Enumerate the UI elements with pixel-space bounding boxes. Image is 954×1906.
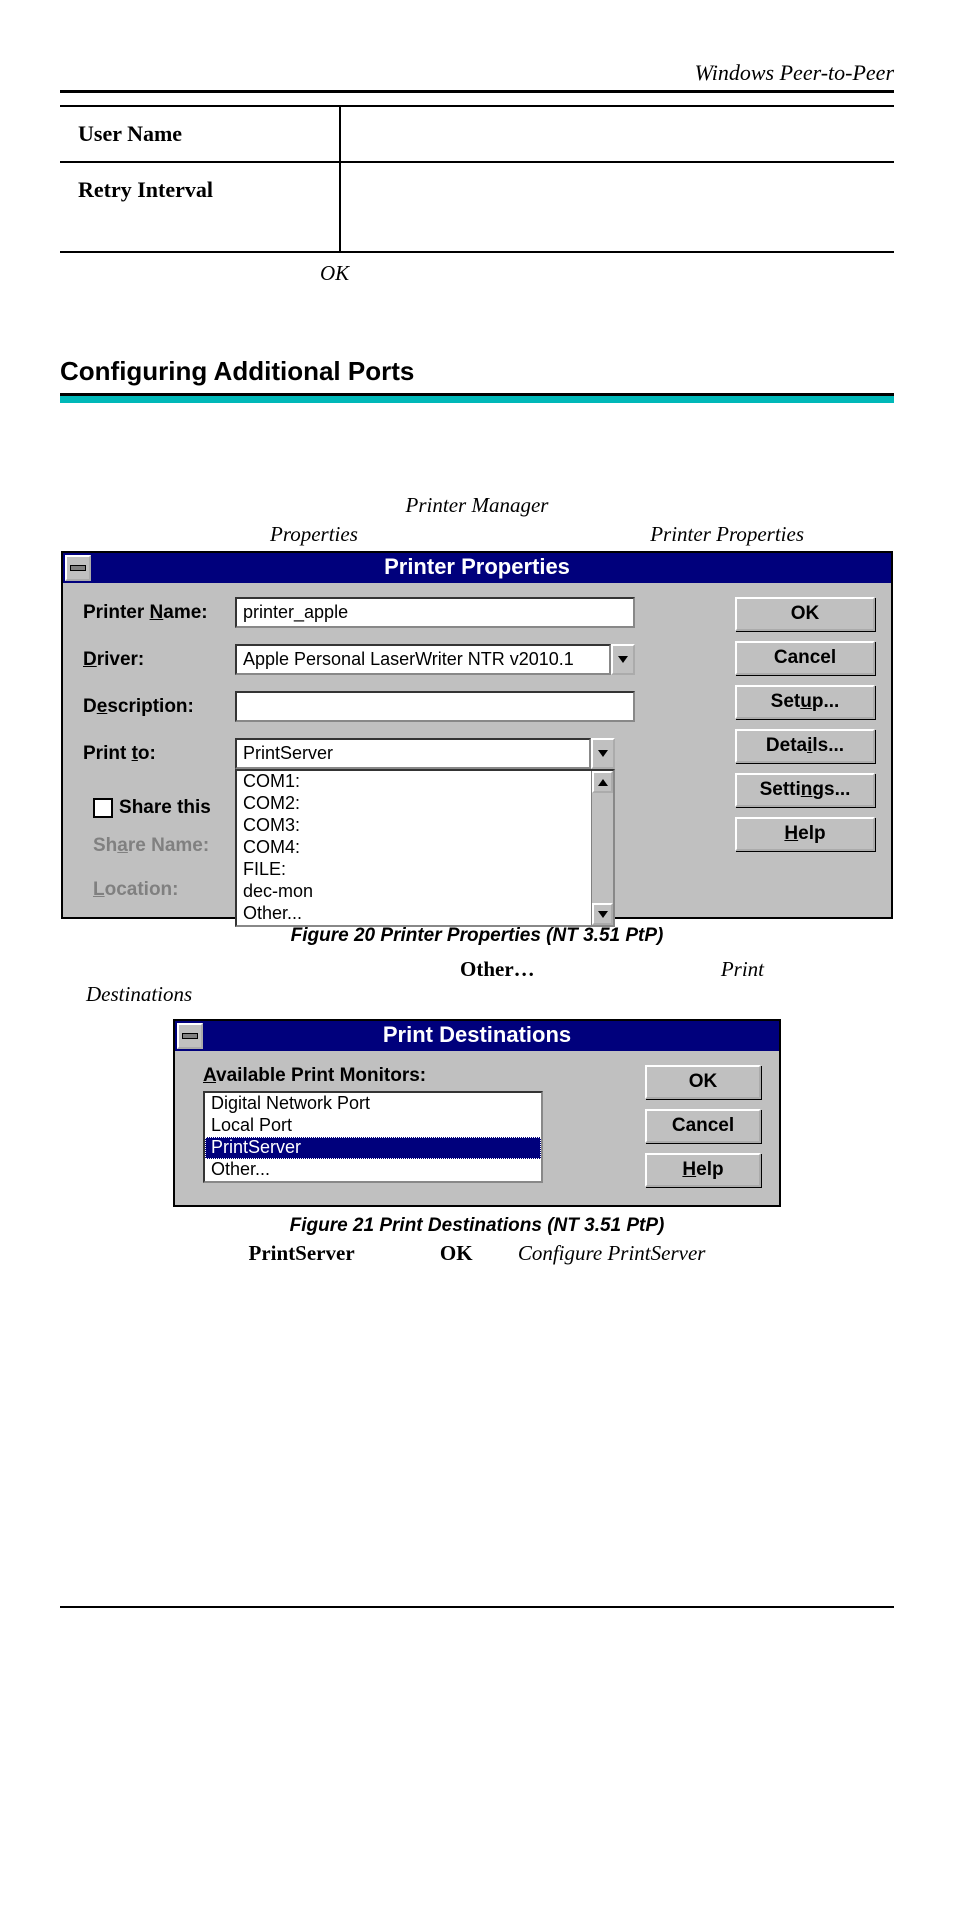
listbox-scrollbar[interactable] <box>591 771 613 925</box>
chevron-down-icon <box>618 656 628 663</box>
row-retry-value <box>340 162 894 252</box>
print-monitors-listbox[interactable]: Digital Network Port Local Port PrintSer… <box>203 1091 543 1183</box>
description-label: Description: <box>83 696 223 718</box>
other-bold: Other… <box>460 957 535 982</box>
list-item[interactable]: Digital Network Port <box>205 1093 541 1115</box>
scroll-up-button[interactable] <box>592 771 613 793</box>
cancel-button[interactable]: Cancel <box>645 1109 761 1143</box>
setup-button[interactable]: Setup... <box>735 685 875 719</box>
list-item[interactable]: Other... <box>237 903 613 925</box>
final-line: PrintServer OK Configure PrintServer <box>60 1241 894 1266</box>
chevron-up-icon <box>598 779 608 786</box>
figure-20-caption: Figure 20 Printer Properties (NT 3.51 Pt… <box>60 925 894 947</box>
available-monitors-label: Available Print Monitors: <box>203 1065 615 1087</box>
row-username-value <box>340 106 894 162</box>
row-retry-label: Retry Interval <box>60 162 340 252</box>
list-item[interactable]: Other... <box>205 1159 541 1181</box>
description-input[interactable] <box>235 691 635 722</box>
help-button[interactable]: Help <box>645 1153 761 1187</box>
driver-label: Driver: <box>83 649 223 671</box>
list-item[interactable]: COM3: <box>237 815 613 837</box>
print-word: Print <box>721 957 764 982</box>
share-name-label: Share Name: <box>93 835 233 857</box>
running-header: Windows Peer-to-Peer <box>60 60 894 93</box>
system-menu-icon[interactable] <box>65 555 91 581</box>
ok-button[interactable]: OK <box>735 597 875 631</box>
print-to-dropdown-button[interactable] <box>591 738 615 769</box>
list-item[interactable]: dec-mon <box>237 881 613 903</box>
row-username-label: User Name <box>60 106 340 162</box>
list-item-selected[interactable]: PrintServer <box>205 1137 541 1159</box>
chevron-down-icon <box>598 750 608 757</box>
pre-dialog-properties: Properties <box>270 522 358 547</box>
printer-properties-dialog: Printer Properties Printer Name: Driver: <box>61 551 893 919</box>
dialog2-title: Print Destinations <box>383 1022 571 1047</box>
list-item[interactable]: Local Port <box>205 1115 541 1137</box>
dialog1-titlebar: Printer Properties <box>63 553 891 583</box>
location-label: Location: <box>93 879 233 901</box>
print-to-input[interactable] <box>235 738 591 769</box>
help-button[interactable]: Help <box>735 817 875 851</box>
footer-rule <box>60 1606 894 1608</box>
settings-button[interactable]: Settings... <box>735 773 875 807</box>
list-item[interactable]: COM2: <box>237 793 613 815</box>
driver-input[interactable] <box>235 644 611 675</box>
dialog2-titlebar: Print Destinations <box>175 1021 779 1051</box>
list-item[interactable]: COM1: <box>237 771 613 793</box>
list-item[interactable]: FILE: <box>237 859 613 881</box>
print-to-listbox[interactable]: COM1: COM2: COM3: COM4: FILE: dec-mon Ot… <box>235 769 615 927</box>
destinations-word: Destinations <box>86 982 192 1006</box>
system-menu-icon[interactable] <box>177 1023 203 1049</box>
printer-name-input[interactable] <box>235 597 635 628</box>
section-heading: Configuring Additional Ports <box>60 356 894 387</box>
list-item[interactable]: COM4: <box>237 837 613 859</box>
section-rule <box>60 393 894 403</box>
pre-dialog-line1: Printer Manager <box>406 493 549 517</box>
share-this-label: Share this <box>119 797 211 819</box>
dialog1-title: Printer Properties <box>384 554 570 579</box>
driver-dropdown-button[interactable] <box>611 644 635 675</box>
ok-button[interactable]: OK <box>645 1065 761 1099</box>
print-to-label: Print to: <box>83 743 223 765</box>
share-this-checkbox[interactable] <box>93 798 113 818</box>
scroll-down-button[interactable] <box>592 903 613 925</box>
cancel-button[interactable]: Cancel <box>735 641 875 675</box>
info-table: User Name Retry Interval <box>60 105 894 253</box>
chevron-down-icon <box>598 911 608 918</box>
figure-21-caption: Figure 21 Print Destinations (NT 3.51 Pt… <box>60 1215 894 1237</box>
print-destinations-dialog: Print Destinations Available Print Monit… <box>173 1019 781 1207</box>
pre-dialog-printerprops: Printer Properties <box>650 522 804 547</box>
printer-name-label: Printer Name: <box>83 602 223 624</box>
ok-word: OK <box>60 261 894 286</box>
details-button[interactable]: Details... <box>735 729 875 763</box>
